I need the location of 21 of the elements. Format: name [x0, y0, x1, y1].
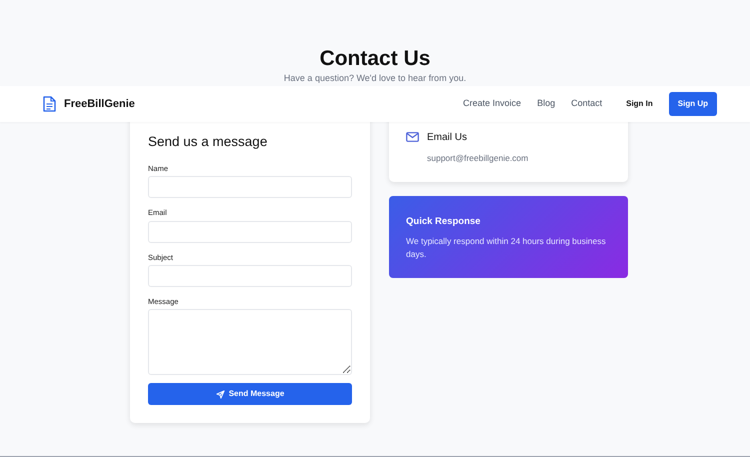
quick-response-title: Quick Response	[406, 215, 482, 229]
send-message-button[interactable]: Send Message	[148, 383, 352, 406]
sign-in-button[interactable]: Sign In	[618, 94, 661, 114]
page-title: Contact Us	[318, 46, 432, 72]
input-field[interactable]	[148, 220, 352, 243]
nav-link[interactable]: Blog	[537, 97, 556, 111]
quick-response-text: We typically respond within 24 hours during business days.	[406, 235, 607, 262]
message-field[interactable]	[148, 309, 352, 376]
email-address: support@freebillgenie.com	[427, 152, 528, 165]
sign-up-button[interactable]: Sign Up	[668, 92, 717, 116]
page-subtitle: Have a question? We'd love to hear from you.	[282, 73, 468, 84]
email-title: Email Us	[427, 131, 468, 146]
input-field[interactable]	[148, 264, 352, 287]
document-icon	[43, 96, 56, 112]
envelope-icon	[406, 132, 419, 142]
nav-link[interactable]: Contact	[571, 97, 602, 111]
nav-link[interactable]: Create Invoice	[463, 97, 522, 111]
brand-link[interactable]: FreeBillGenie	[64, 96, 135, 112]
form-title: Send us a message	[148, 134, 268, 150]
send-icon	[216, 390, 225, 399]
input-field[interactable]	[148, 176, 352, 198]
